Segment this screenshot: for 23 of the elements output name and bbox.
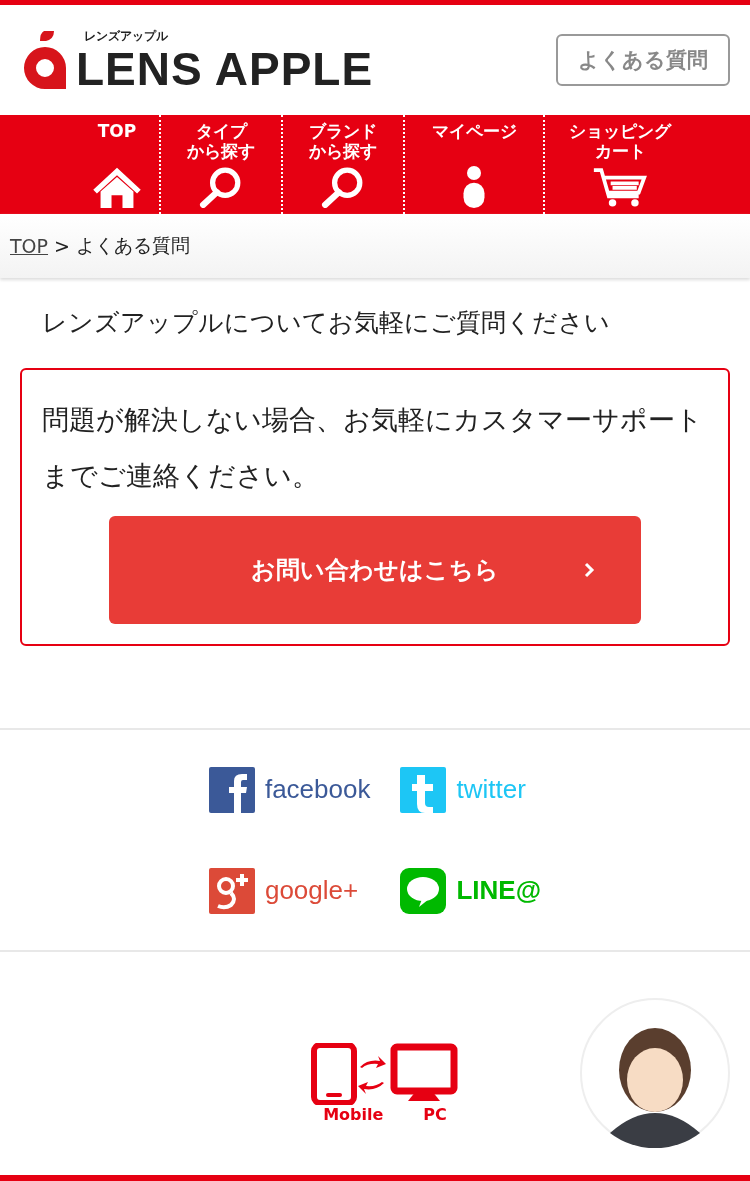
social-link[interactable]: facebook — [208, 766, 371, 813]
nav-item[interactable]: ショッピング カート — [545, 115, 695, 214]
faq-button[interactable]: よくある質問 — [556, 34, 730, 86]
mobile-pc-switch-icon — [310, 1043, 460, 1105]
social-link[interactable]: LINE@ — [400, 867, 542, 914]
contact-button[interactable]: お問い合わせはこちら — [109, 516, 641, 624]
line-chat-icon — [400, 867, 447, 914]
support-message: 問題が解決しない場合、お気軽にカスタマーサポートまでご連絡ください。 — [42, 403, 704, 493]
pc-label[interactable]: PC — [423, 1105, 447, 1124]
intro-text: レンズアップルについてお気軽にご質問ください — [42, 307, 611, 339]
tumblr-icon — [400, 766, 447, 813]
breadcrumb-link[interactable]: TOP — [10, 235, 49, 257]
logo-kana: レンズアップル — [84, 27, 169, 45]
breadcrumb-current: よくある質問 — [75, 233, 190, 258]
avatar-icon[interactable] — [580, 998, 730, 1148]
social-link[interactable]: google+ — [208, 867, 371, 914]
facebook-icon — [208, 766, 255, 813]
chevron-icon — [583, 561, 595, 579]
breadcrumb-separator: > — [54, 235, 70, 257]
google-plus-icon — [208, 867, 255, 914]
cart-icon — [592, 166, 648, 208]
mobile-label[interactable]: Mobile — [323, 1105, 384, 1124]
logo-wordmark: LENS APPLE — [76, 44, 374, 93]
